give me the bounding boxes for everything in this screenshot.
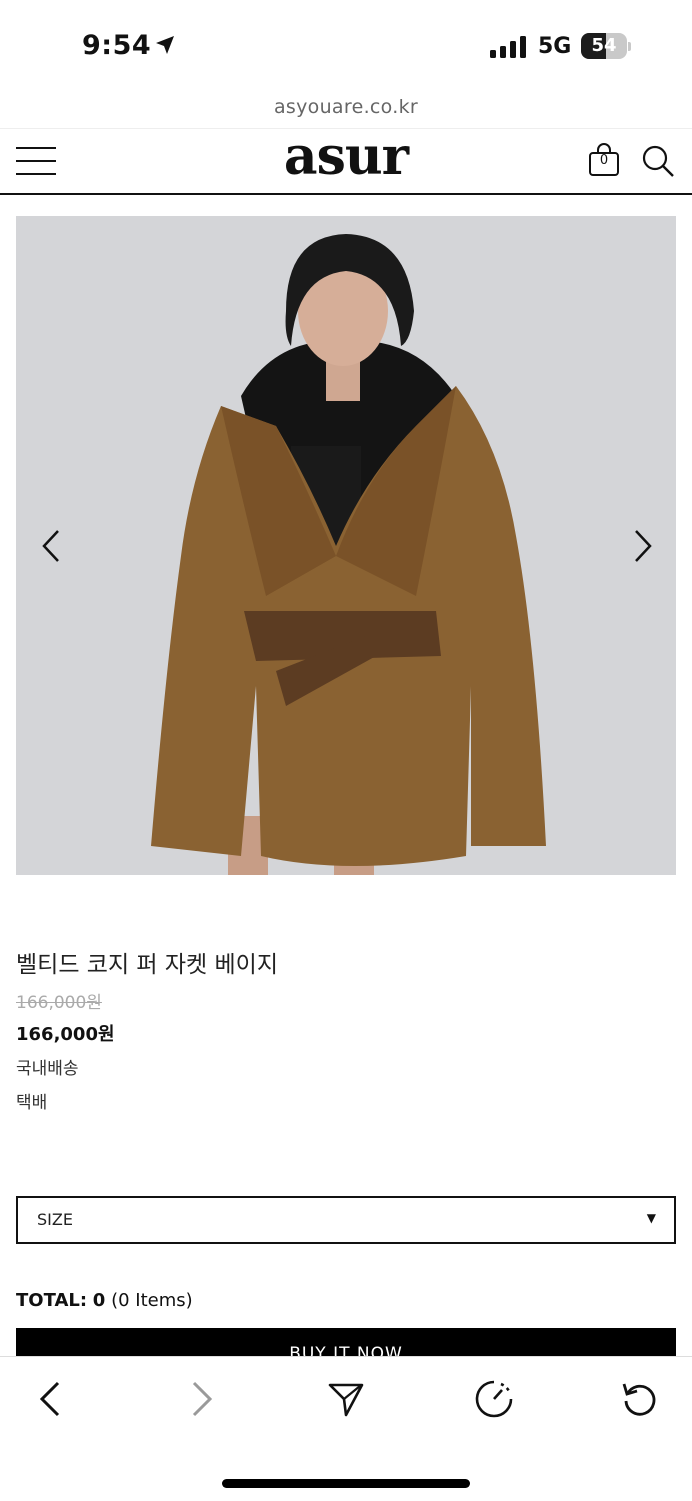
- status-bar: 9:54 5G 54: [0, 0, 692, 92]
- battery-icon: 54: [581, 33, 627, 59]
- chevron-left-icon[interactable]: [38, 526, 68, 566]
- total-value: 0: [92, 1290, 106, 1311]
- size-select-label: SIZE: [37, 1210, 73, 1229]
- back-arrow-icon[interactable]: [32, 1379, 72, 1419]
- battery-cap: [628, 42, 631, 51]
- order-total: TOTAL: 0 (0 Items): [16, 1290, 193, 1311]
- site-header: asur 0: [0, 128, 692, 195]
- send-icon[interactable]: [326, 1379, 366, 1419]
- product-name: 벨티드 코지 퍼 자켓 베이지: [16, 952, 279, 978]
- original-price: 166,000원: [16, 993, 102, 1013]
- sale-price: 166,000원: [16, 1024, 115, 1045]
- address-bar[interactable]: asyouare.co.kr: [0, 96, 692, 118]
- home-indicator: [222, 1479, 470, 1488]
- cart-count: 0: [599, 153, 609, 168]
- buy-now-button[interactable]: BUY IT NOW: [16, 1328, 676, 1356]
- forward-arrow-icon[interactable]: [180, 1379, 220, 1419]
- speedometer-icon[interactable]: [474, 1379, 514, 1419]
- shipping-method: 택배: [16, 1093, 48, 1113]
- network-type: 5G: [538, 34, 572, 59]
- product-photo: [16, 216, 676, 875]
- size-select[interactable]: SIZE ▼: [16, 1196, 676, 1244]
- chevron-right-icon[interactable]: [626, 526, 656, 566]
- caret-down-icon: ▼: [646, 1211, 656, 1225]
- battery-percent: 54: [591, 35, 617, 56]
- buy-now-label: BUY IT NOW: [289, 1344, 403, 1356]
- cellular-signal-icon: [490, 36, 526, 58]
- location-arrow-icon: [156, 36, 174, 54]
- shipping-region: 국내배송: [16, 1059, 79, 1079]
- total-label: TOTAL:: [16, 1290, 88, 1311]
- product-image[interactable]: [16, 216, 676, 875]
- reload-icon[interactable]: [620, 1379, 660, 1419]
- search-icon[interactable]: [640, 143, 676, 179]
- total-items: (0 Items): [111, 1290, 193, 1311]
- status-time: 9:54: [82, 30, 152, 61]
